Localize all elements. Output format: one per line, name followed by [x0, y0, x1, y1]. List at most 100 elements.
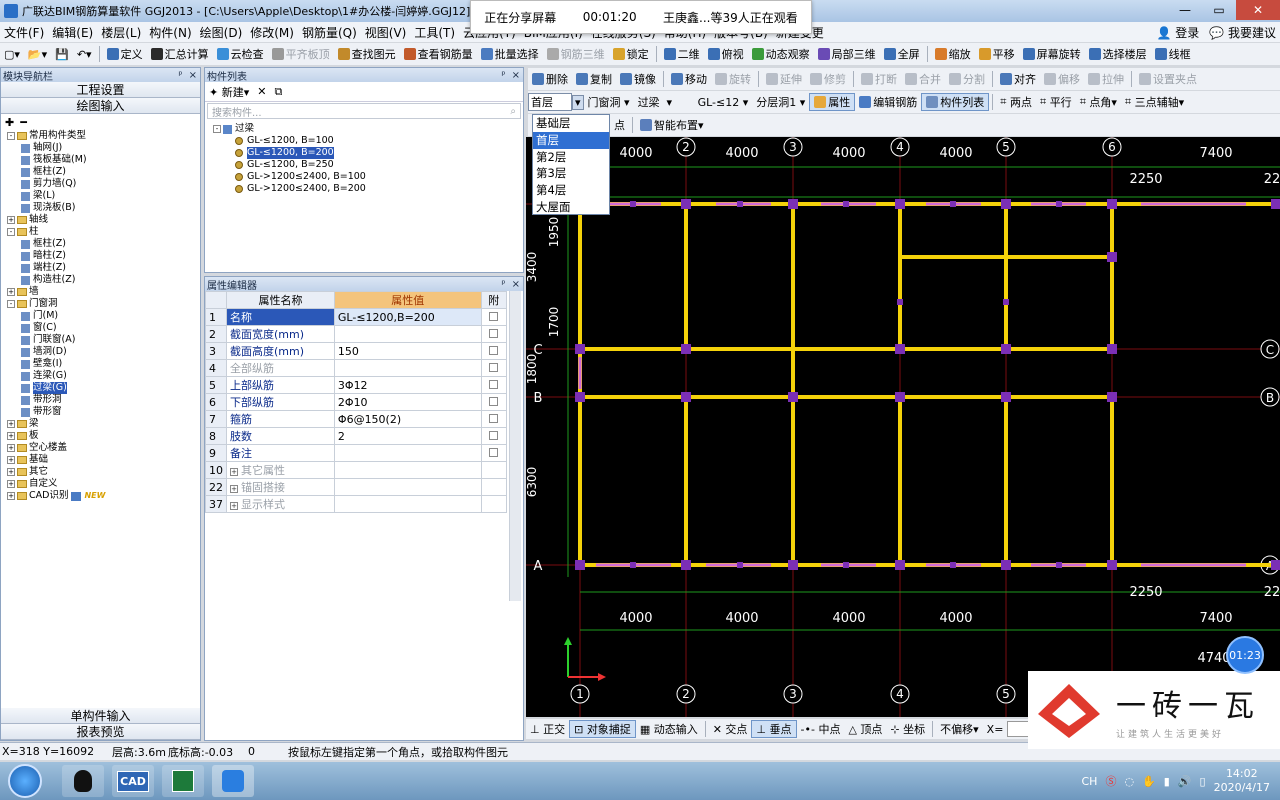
suggest-link[interactable]: 💬 我要建议 — [1209, 24, 1276, 41]
toolbar-button-13[interactable]: 全屏 — [880, 46, 924, 62]
nav-tree-item[interactable]: + 基础 — [7, 454, 200, 466]
close-panel-icon[interactable]: × — [512, 70, 520, 81]
expand-icon[interactable]: + — [7, 468, 15, 476]
expand-icon[interactable]: + — [7, 480, 15, 488]
property-value-cell[interactable] — [333, 495, 482, 513]
property-value-cell[interactable]: Φ6@150(2) — [333, 410, 482, 428]
attach-checkbox[interactable] — [489, 413, 499, 423]
glodon-taskbar-icon[interactable] — [212, 765, 254, 797]
component-item[interactable]: GL-≤1200, B=100 — [213, 135, 523, 147]
component-select[interactable]: GL-≤12 ▾ — [694, 96, 753, 109]
expand-icon[interactable]: + — [7, 216, 15, 224]
tray-icon-2[interactable]: ✋ — [1142, 775, 1156, 788]
menu-item-4[interactable]: 绘图(D) — [196, 24, 247, 41]
edit-button-12[interactable]: 拉伸 — [1084, 71, 1128, 87]
edit-button-1[interactable]: 复制 — [572, 71, 616, 87]
property-value-cell[interactable] — [333, 461, 482, 479]
tray-icon-3[interactable]: ▮ — [1164, 775, 1170, 788]
toolbar-button-0[interactable]: 定义 — [103, 46, 147, 62]
nav-tree-item[interactable]: 剪力墙(Q) — [7, 178, 200, 190]
expand-group-icon[interactable]: + — [230, 485, 238, 493]
property-row[interactable]: 6 下部纵筋 2Φ10 — [205, 393, 508, 411]
expand-icon[interactable]: + — [7, 444, 15, 452]
attach-checkbox[interactable] — [489, 379, 499, 389]
property-row[interactable]: 7 箍筋 Φ6@150(2) — [205, 410, 508, 428]
property-value-cell[interactable] — [333, 444, 482, 462]
object-snap-toggle[interactable]: ⊡ 对象捕捉 — [569, 720, 636, 738]
toolbar-button-7[interactable]: 钢筋三维 — [543, 46, 609, 62]
save-icon[interactable]: 💾 — [51, 48, 73, 61]
floor-option-5[interactable]: 大屋面 — [533, 199, 609, 216]
property-row[interactable]: 1 名称 GL-≤1200,B=200 — [205, 308, 508, 326]
property-row[interactable]: 37 + 显示样式 — [205, 495, 508, 513]
floor-option-1[interactable]: 首层 — [533, 131, 609, 149]
close-panel-icon[interactable]: × — [512, 279, 520, 290]
ortho-toggle[interactable]: ⊥ 正交 — [526, 721, 569, 737]
property-value-cell[interactable] — [333, 359, 482, 377]
menu-item-7[interactable]: 视图(V) — [361, 24, 411, 41]
property-row[interactable]: 9 备注 — [205, 444, 508, 462]
minimize-button[interactable]: — — [1168, 0, 1202, 20]
property-row[interactable]: 2 截面宽度(mm) — [205, 325, 508, 343]
coordinate-toggle[interactable]: ⊹ 坐标 — [886, 721, 929, 737]
menu-item-2[interactable]: 楼层(L) — [97, 24, 145, 41]
nav-tree-item[interactable]: + 自定义 — [7, 478, 200, 490]
expand-icon[interactable]: + — [7, 492, 15, 500]
attach-checkbox[interactable] — [489, 311, 499, 321]
cad-taskbar-icon[interactable]: CAD — [112, 765, 154, 797]
toolbar-button-12[interactable]: 局部三维 — [814, 46, 880, 62]
perpendicular-toggle[interactable]: ⊥ 垂点 — [751, 720, 797, 738]
pin-icon[interactable]: ᵖ — [501, 70, 505, 81]
close-button[interactable]: ✕ — [1236, 0, 1280, 20]
attach-checkbox[interactable] — [489, 328, 499, 338]
menu-item-6[interactable]: 钢筋量(Q) — [298, 24, 361, 41]
single-component-input-button[interactable]: 单构件输入 — [1, 708, 200, 724]
property-value-cell[interactable] — [333, 478, 482, 496]
property-value-cell[interactable]: 2Φ10 — [333, 393, 482, 411]
floor-select-arrow[interactable]: ▾ — [572, 94, 584, 110]
edit-button-2[interactable]: 镜像 — [616, 71, 660, 87]
nav-tree-item[interactable]: 带形窗 — [7, 406, 200, 418]
edit-button-10[interactable]: 对齐 — [996, 71, 1040, 87]
attach-checkbox[interactable] — [489, 447, 499, 457]
dynamic-input-toggle[interactable]: ▦ 动态输入 — [636, 721, 702, 737]
edit-button-3[interactable]: 移动 — [667, 71, 711, 87]
property-row[interactable]: 3 截面高度(mm) 150 — [205, 342, 508, 360]
new-component-button[interactable]: ✦ 新建▾ — [209, 84, 249, 100]
collapse-icon[interactable]: - — [213, 125, 221, 133]
two-point-button[interactable]: ⌗ 两点 — [996, 94, 1036, 110]
property-value-cell[interactable]: GL-≤1200,B=200 — [333, 308, 482, 326]
component-search-box[interactable]: 搜索构件... ⌕ — [207, 103, 521, 119]
expand-icon[interactable]: + — [7, 420, 15, 428]
nav-tree-item[interactable]: - 常用构件类型 — [7, 130, 200, 142]
floor-option-2[interactable]: 第2层 — [533, 149, 609, 166]
component-item[interactable]: GL-≤1200, B=250 — [213, 159, 523, 171]
edit-rebar-button[interactable]: 编辑钢筋 — [855, 94, 921, 110]
floor-select[interactable]: 首层 — [528, 93, 572, 111]
nav-tree-item[interactable]: 门联窗(A) — [7, 334, 200, 346]
toolbar-button-16[interactable]: 屏幕旋转 — [1019, 46, 1085, 62]
expand-group-icon[interactable]: + — [230, 502, 238, 510]
point-angle-button[interactable]: ⌗ 点角 ▾ — [1076, 94, 1121, 110]
toolbar-button-11[interactable]: 动态观察 — [748, 46, 814, 62]
expand-icon[interactable]: + — [7, 288, 15, 296]
expand-group-icon[interactable]: + — [230, 468, 238, 476]
nav-tree-item[interactable]: 连梁(G) — [7, 370, 200, 382]
collapse-icon[interactable]: - — [7, 300, 15, 308]
attach-checkbox[interactable] — [489, 345, 499, 355]
nav-tree-item[interactable]: + CAD识别 NEW — [7, 490, 200, 502]
nav-tree-item[interactable]: 墙洞(D) — [7, 346, 200, 358]
volume-icon[interactable]: 🔊 — [1178, 775, 1192, 788]
vertex-toggle[interactable]: △ 顶点 — [844, 721, 886, 737]
attach-checkbox[interactable] — [489, 430, 499, 440]
new-file-icon[interactable]: ▢▾ — [0, 48, 24, 61]
offset-select[interactable]: 不偏移 ▾ — [936, 721, 983, 737]
edit-button-0[interactable]: 删除 — [528, 71, 572, 87]
component-item[interactable]: GL->1200≤2400, B=200 — [213, 183, 523, 195]
property-value-cell[interactable]: 2 — [333, 427, 482, 445]
property-value-cell[interactable]: 3Φ12 — [333, 376, 482, 394]
layer-select[interactable]: 分层洞1 ▾ — [752, 94, 809, 110]
smart-layout-button[interactable]: 智能布置 ▾ — [636, 117, 708, 133]
nav-tree-item[interactable]: 现浇板(B) — [7, 202, 200, 214]
network-icon[interactable]: ▯ — [1200, 775, 1206, 788]
